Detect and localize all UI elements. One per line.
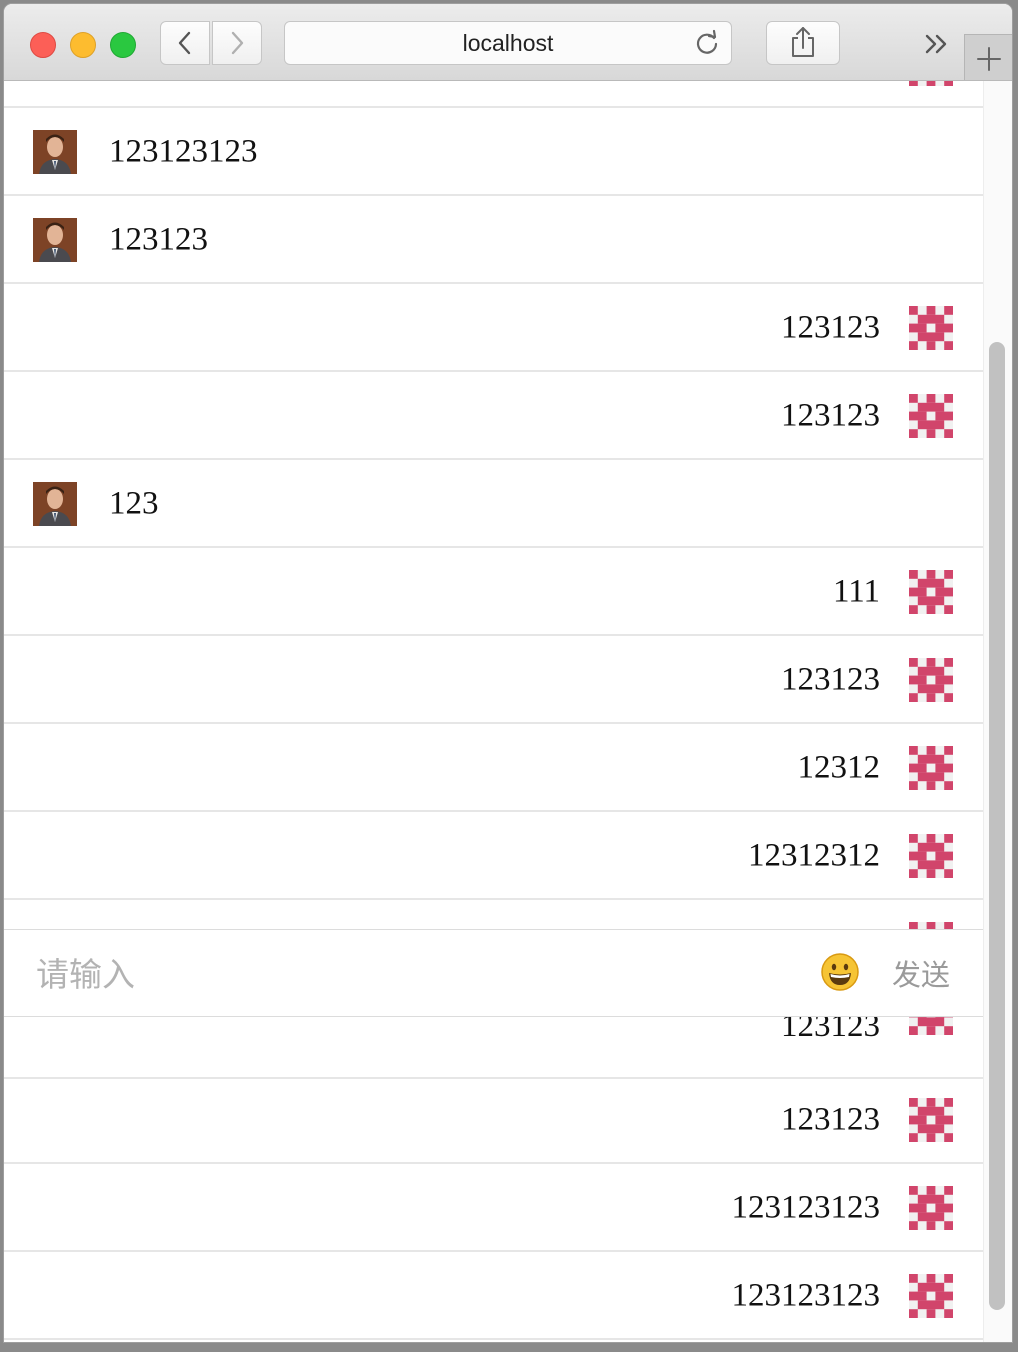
- message-row: 123123: [4, 198, 983, 284]
- identicon-avatar[interactable]: [909, 658, 953, 702]
- message-text: 123123123: [109, 133, 258, 170]
- message-row: 123123123: [4, 1166, 983, 1252]
- chevron-left-icon: [178, 31, 191, 55]
- chat-list[interactable]: 123123123 123123 123123 123123 123 111 1…: [4, 81, 983, 1342]
- message-text: 123123: [109, 221, 208, 258]
- message-row: 12312: [4, 726, 983, 812]
- plus-icon: [977, 47, 1001, 71]
- message-text: 12312: [797, 749, 881, 786]
- identicon-avatar[interactable]: [909, 306, 953, 350]
- identicon-avatar[interactable]: [909, 834, 953, 878]
- minimize-window-button[interactable]: [70, 32, 96, 58]
- user-photo-avatar[interactable]: [33, 482, 77, 526]
- message-text: 123: [109, 485, 159, 522]
- message-row: 123123: [4, 638, 983, 724]
- address-bar[interactable]: localhost: [284, 21, 732, 65]
- share-icon: [792, 27, 814, 57]
- share-button[interactable]: [766, 21, 840, 65]
- new-tab-button[interactable]: [964, 34, 1012, 80]
- message-text: 123123123: [731, 1189, 881, 1226]
- message-text: 123123123: [731, 1277, 881, 1314]
- message-input[interactable]: [34, 946, 798, 1002]
- message-text: 111: [832, 573, 880, 610]
- message-row: 123123: [4, 286, 983, 372]
- identicon-avatar[interactable]: [909, 570, 953, 614]
- browser-toolbar: localhost: [4, 4, 1012, 81]
- send-button[interactable]: 发送: [892, 952, 950, 994]
- identicon-avatar[interactable]: [909, 394, 953, 438]
- identicon-avatar[interactable]: [909, 1274, 953, 1318]
- identicon-avatar[interactable]: [909, 81, 953, 86]
- message-composer: 发送: [4, 929, 983, 1017]
- scrollbar-thumb[interactable]: [989, 342, 1005, 1310]
- address-text: localhost: [462, 30, 554, 56]
- reload-icon[interactable]: [693, 29, 721, 57]
- overflow-chevrons-icon[interactable]: [922, 32, 952, 56]
- message-row: 123123123: [4, 1254, 983, 1340]
- user-photo-avatar[interactable]: [33, 130, 77, 174]
- identicon-avatar[interactable]: [909, 1186, 953, 1230]
- message-row: 123123: [4, 1078, 983, 1164]
- identicon-avatar[interactable]: [909, 746, 953, 790]
- user-photo-avatar[interactable]: [33, 218, 77, 262]
- chevron-right-icon: [231, 31, 244, 55]
- message-row: 111: [4, 550, 983, 636]
- message-row: [4, 81, 983, 108]
- message-text: 12312312: [748, 837, 880, 874]
- grinning-face-emoji-icon[interactable]: [820, 952, 860, 992]
- browser-window: localhost 123123123 123123 123123 123123…: [4, 4, 1012, 1342]
- zoom-window-button[interactable]: [110, 32, 136, 58]
- message-row: 123123: [4, 374, 983, 460]
- identicon-avatar[interactable]: [909, 1098, 953, 1142]
- forward-button[interactable]: [212, 21, 262, 65]
- message-text: 123123: [781, 661, 880, 698]
- message-row: 123123123: [4, 110, 983, 196]
- message-row: 12312312: [4, 814, 983, 900]
- message-row: 123: [4, 462, 983, 548]
- close-window-button[interactable]: [30, 32, 56, 58]
- message-text: 123123: [781, 397, 880, 434]
- message-text: 123123: [781, 1101, 880, 1138]
- message-text: 123123: [781, 309, 880, 346]
- back-button[interactable]: [160, 21, 210, 65]
